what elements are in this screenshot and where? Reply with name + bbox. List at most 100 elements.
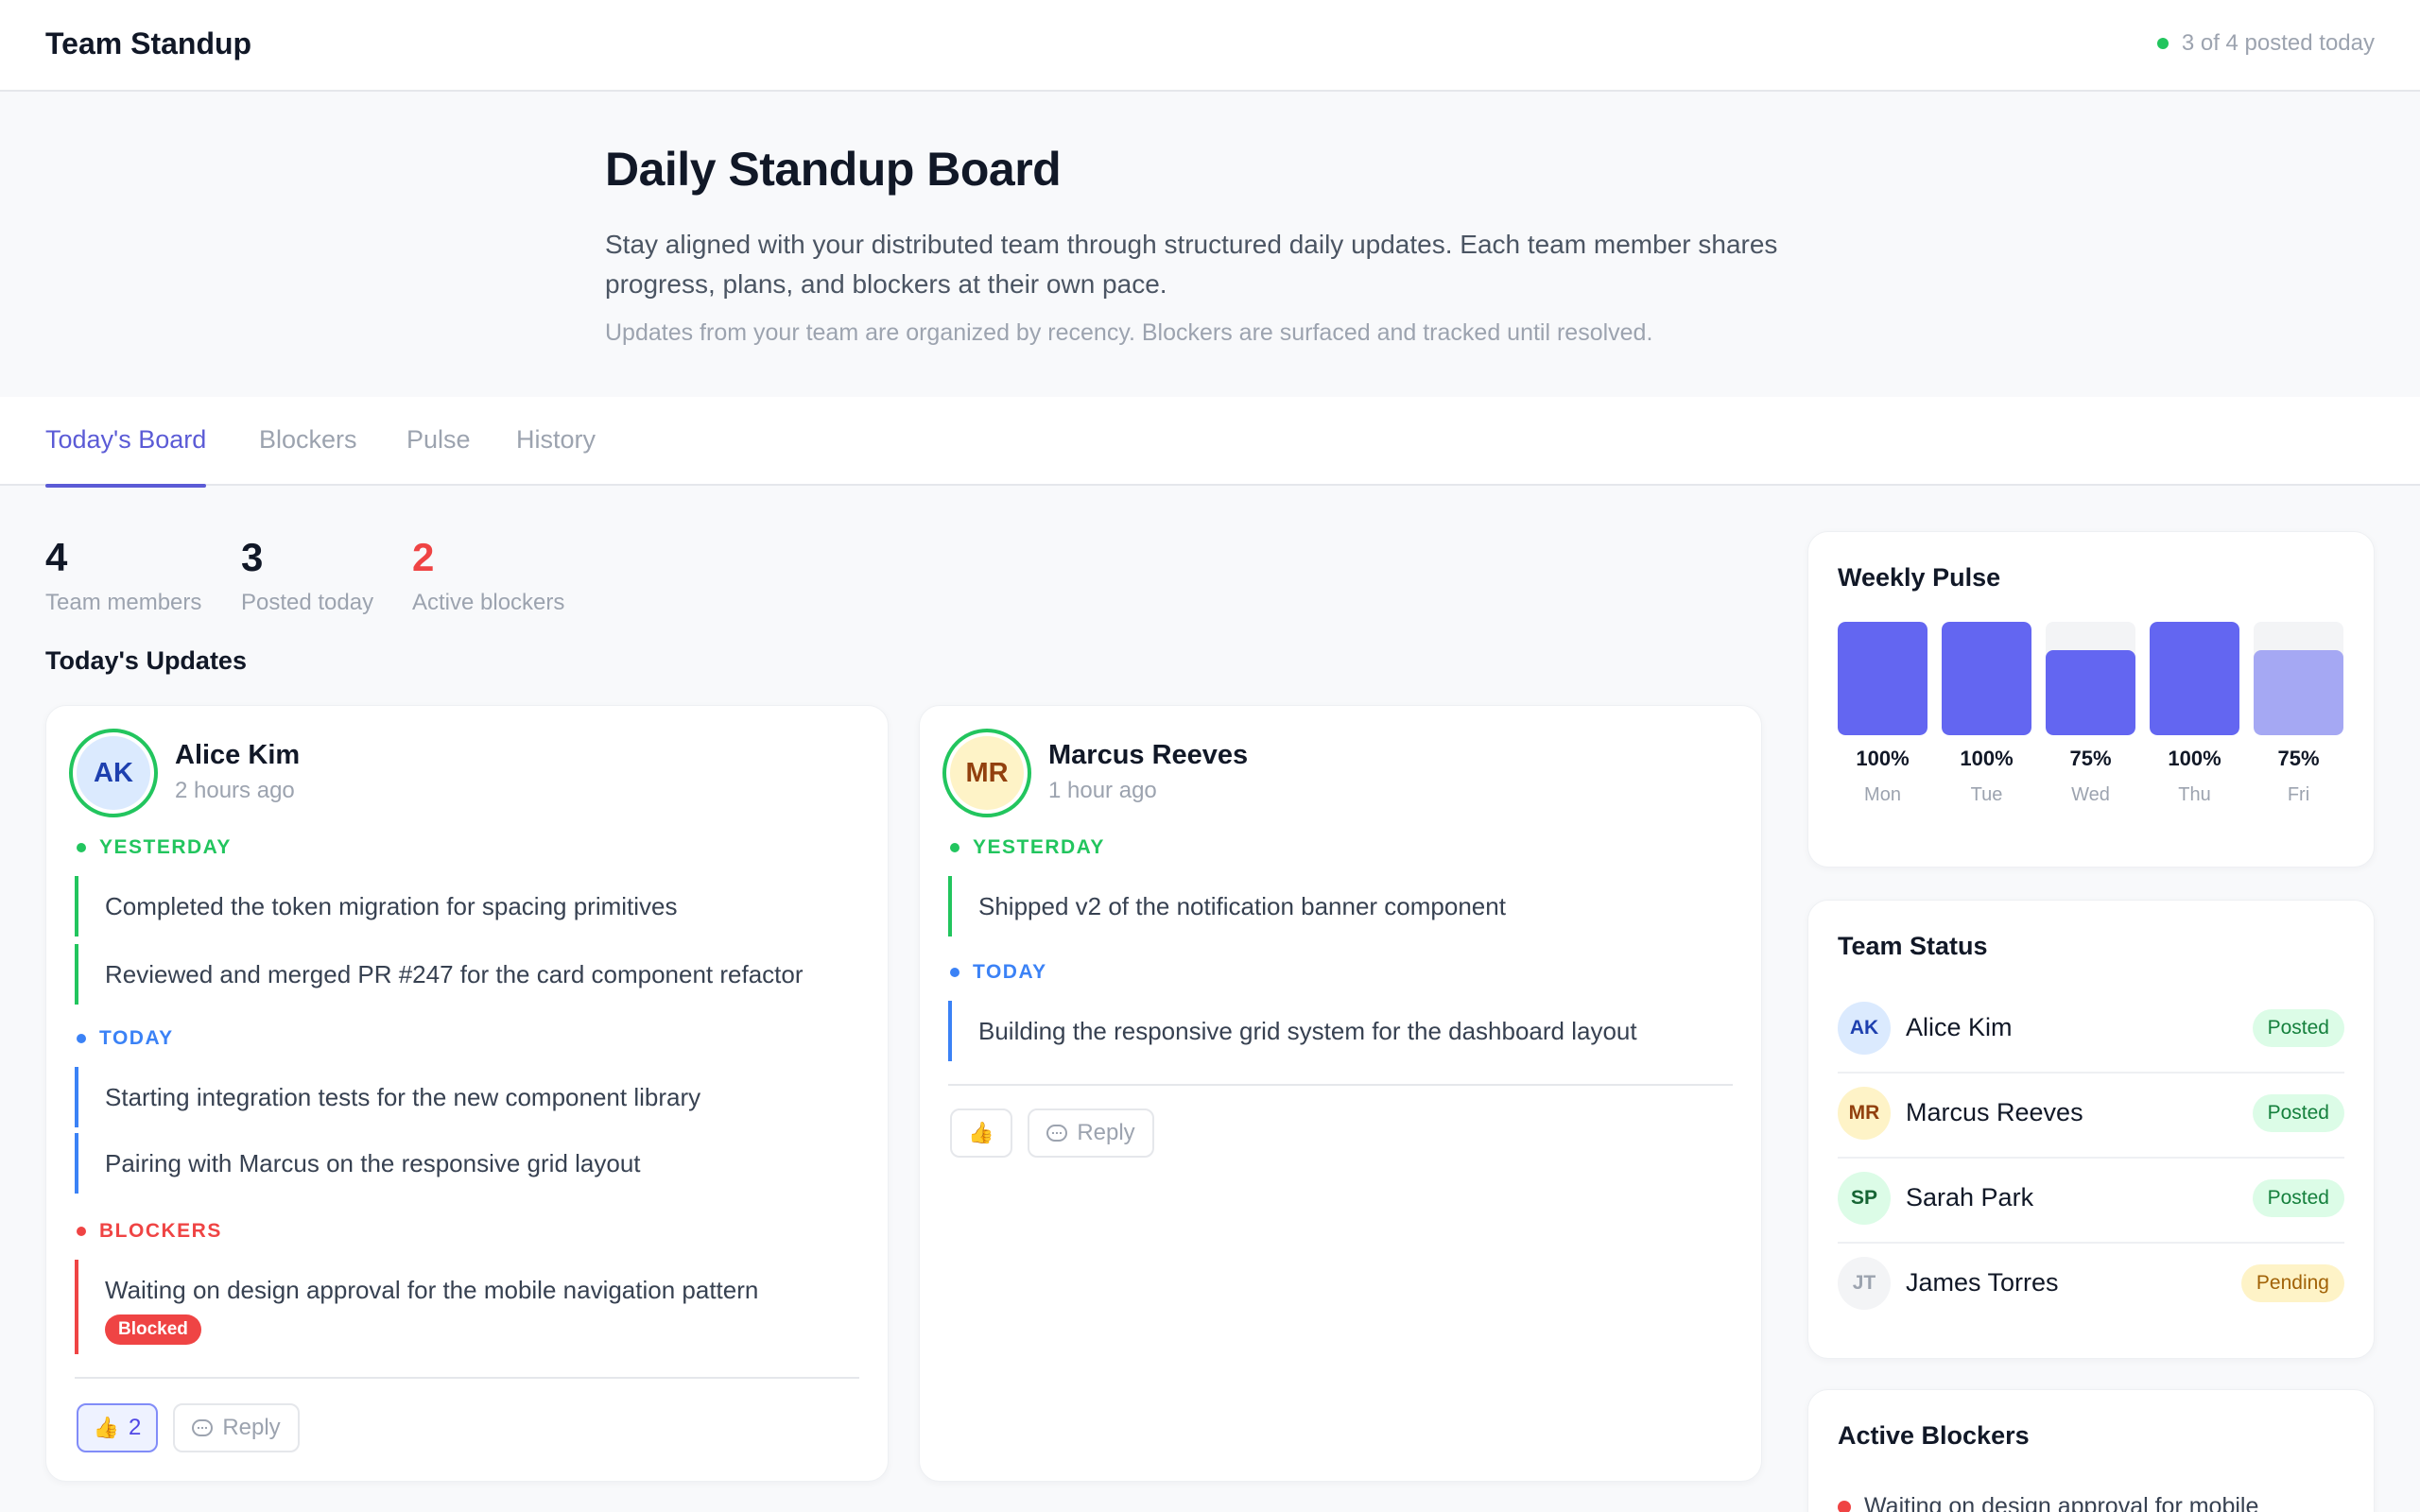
pulse-day-label: Fri — [2287, 784, 2310, 805]
section-label-text: YESTERDAY — [99, 836, 232, 858]
pulse-day-tue: 100% Tue — [1942, 622, 2031, 806]
stat-label: Team members — [45, 590, 202, 615]
avatar: MR — [942, 729, 1031, 817]
section-label-text: BLOCKERS — [99, 1220, 222, 1242]
stat-team-members: 4 Team members — [45, 535, 201, 616]
yesterday-item: Reviewed and merged PR #247 for the card… — [75, 944, 804, 1005]
post-time: 2 hours ago — [175, 778, 295, 803]
yesterday-label: YESTERDAY — [77, 836, 232, 859]
status-row: AK Alice Kim Posted — [1838, 988, 2344, 1074]
pulse-day-label: Wed — [2071, 784, 2110, 805]
page-title: Daily Standup Board — [605, 143, 1062, 196]
today-item: Starting integration tests for the new c… — [75, 1067, 700, 1127]
team-status-title: Team Status — [1838, 932, 1988, 960]
active-blockers-title: Active Blockers — [1838, 1421, 2030, 1450]
section-label-text: TODAY — [99, 1027, 174, 1049]
yesterday-label: YESTERDAY — [950, 836, 1105, 859]
pulse-bar-track — [1838, 622, 1927, 735]
update-card-alice-kim: AK Alice Kim 2 hours ago YESTERDAY Compl… — [45, 705, 889, 1482]
reply-label: Reply — [1077, 1120, 1135, 1145]
avatar-initials: AK — [77, 736, 150, 810]
stat-label: Active blockers — [412, 590, 565, 615]
pulse-day-label: Mon — [1864, 784, 1901, 805]
pulse-day-thu: 100% Thu — [2150, 622, 2239, 806]
blocker-dot-icon — [1838, 1500, 1851, 1512]
member-name: Alice Kim — [175, 740, 301, 770]
stat-value: 4 — [45, 535, 68, 579]
speech-bubble-icon — [192, 1419, 214, 1436]
reply-button[interactable]: Reply — [173, 1403, 300, 1452]
blocked-badge: Blocked — [105, 1314, 201, 1345]
app-title: Team Standup — [45, 26, 252, 60]
yesterday-dot-icon — [77, 843, 86, 852]
pulse-bar — [1838, 622, 1927, 735]
pulse-day-mon: 100% Mon — [1838, 622, 1927, 806]
member-name: Alice Kim — [1906, 1013, 2013, 1041]
today-item: Building the responsive grid system for … — [948, 1001, 1637, 1061]
stat-posted-today: 3 Posted today — [241, 535, 373, 616]
tab-bar: Today's Board Blockers Pulse History — [0, 397, 2420, 488]
weekly-pulse-title: Weekly Pulse — [1838, 563, 2001, 592]
thumbs-up-icon: 👍 — [93, 1416, 120, 1439]
member-name: James Torres — [1906, 1268, 2059, 1297]
pulse-percent: 75% — [2277, 747, 2320, 770]
pulse-bar-track — [1942, 622, 2031, 735]
status-row: MR Marcus Reeves Posted — [1838, 1074, 2344, 1159]
pulse-percent: 100% — [1960, 747, 2014, 770]
section-label-text: YESTERDAY — [973, 836, 1105, 858]
tab-pulse[interactable]: Pulse — [406, 425, 471, 486]
status-row: JT James Torres Pending — [1838, 1244, 2344, 1329]
yesterday-item: Shipped v2 of the notification banner co… — [948, 876, 1506, 936]
thumbs-up-icon: 👍 — [968, 1121, 994, 1144]
blocker-item: Waiting on design approval for the mobil… — [75, 1260, 850, 1354]
posted-status-text: 3 of 4 posted today — [2181, 30, 2375, 56]
today-label: TODAY — [77, 1027, 174, 1050]
like-reaction-button[interactable]: 👍 2 — [77, 1403, 158, 1452]
status-badge: Posted — [2252, 1094, 2344, 1132]
tab-history[interactable]: History — [516, 425, 596, 486]
pulse-bar — [2046, 650, 2135, 735]
pulse-day-wed: 75% Wed — [2046, 622, 2135, 806]
tab-blockers[interactable]: Blockers — [259, 425, 357, 486]
reply-label: Reply — [222, 1415, 281, 1440]
status-badge: Pending — [2240, 1264, 2344, 1302]
pulse-bar — [2254, 650, 2343, 735]
card-divider — [75, 1377, 859, 1379]
yesterday-item: Completed the token migration for spacin… — [75, 876, 678, 936]
hero: Daily Standup Board Stay aligned with yo… — [605, 142, 1834, 347]
section-label-text: TODAY — [973, 961, 1047, 983]
today-item: Pairing with Marcus on the responsive gr… — [75, 1133, 641, 1194]
stat-value: 2 — [412, 535, 435, 579]
card-divider — [948, 1084, 1733, 1086]
blockers-label: BLOCKERS — [77, 1220, 222, 1243]
today-dot-icon — [77, 1034, 86, 1043]
yesterday-dot-icon — [950, 843, 959, 852]
avatar-initials: MR — [950, 736, 1024, 810]
today-label: TODAY — [950, 961, 1047, 984]
updates-section-title: Today's Updates — [45, 646, 247, 675]
status-badge: Posted — [2252, 1009, 2344, 1047]
status-dot-icon — [2156, 38, 2169, 49]
like-reaction-button[interactable]: 👍 — [950, 1108, 1012, 1158]
status-row: SP Sarah Park Posted — [1838, 1159, 2344, 1244]
top-bar: Team Standup 3 of 4 posted today — [0, 0, 2420, 92]
stat-active-blockers: 2 Active blockers — [412, 535, 564, 616]
update-card-marcus-reeves: MR Marcus Reeves 1 hour ago YESTERDAY Sh… — [919, 705, 1762, 1482]
pulse-bar-track — [2254, 622, 2343, 735]
member-name: Marcus Reeves — [1048, 740, 1249, 770]
avatar: AK — [1838, 1002, 1891, 1055]
pulse-percent: 100% — [2168, 747, 2221, 770]
page-note: Updates from your team are organized by … — [605, 319, 1653, 346]
page-description: Stay aligned with your distributed team … — [605, 230, 1778, 299]
avatar: SP — [1838, 1172, 1891, 1225]
pulse-bar — [2150, 622, 2239, 735]
pulse-bar-track — [2046, 622, 2135, 735]
active-blocker-item[interactable]: Waiting on design approval for mobile — [1838, 1493, 2258, 1512]
speech-bubble-icon — [1046, 1125, 1068, 1142]
blocker-text: Waiting on design approval for the mobil… — [105, 1276, 759, 1304]
reply-button[interactable]: Reply — [1028, 1108, 1154, 1158]
member-name: Marcus Reeves — [1906, 1098, 2083, 1126]
tab-todays-board[interactable]: Today's Board — [45, 425, 207, 488]
pulse-percent: 75% — [2069, 747, 2112, 770]
pulse-day-label: Tue — [1970, 784, 2003, 805]
